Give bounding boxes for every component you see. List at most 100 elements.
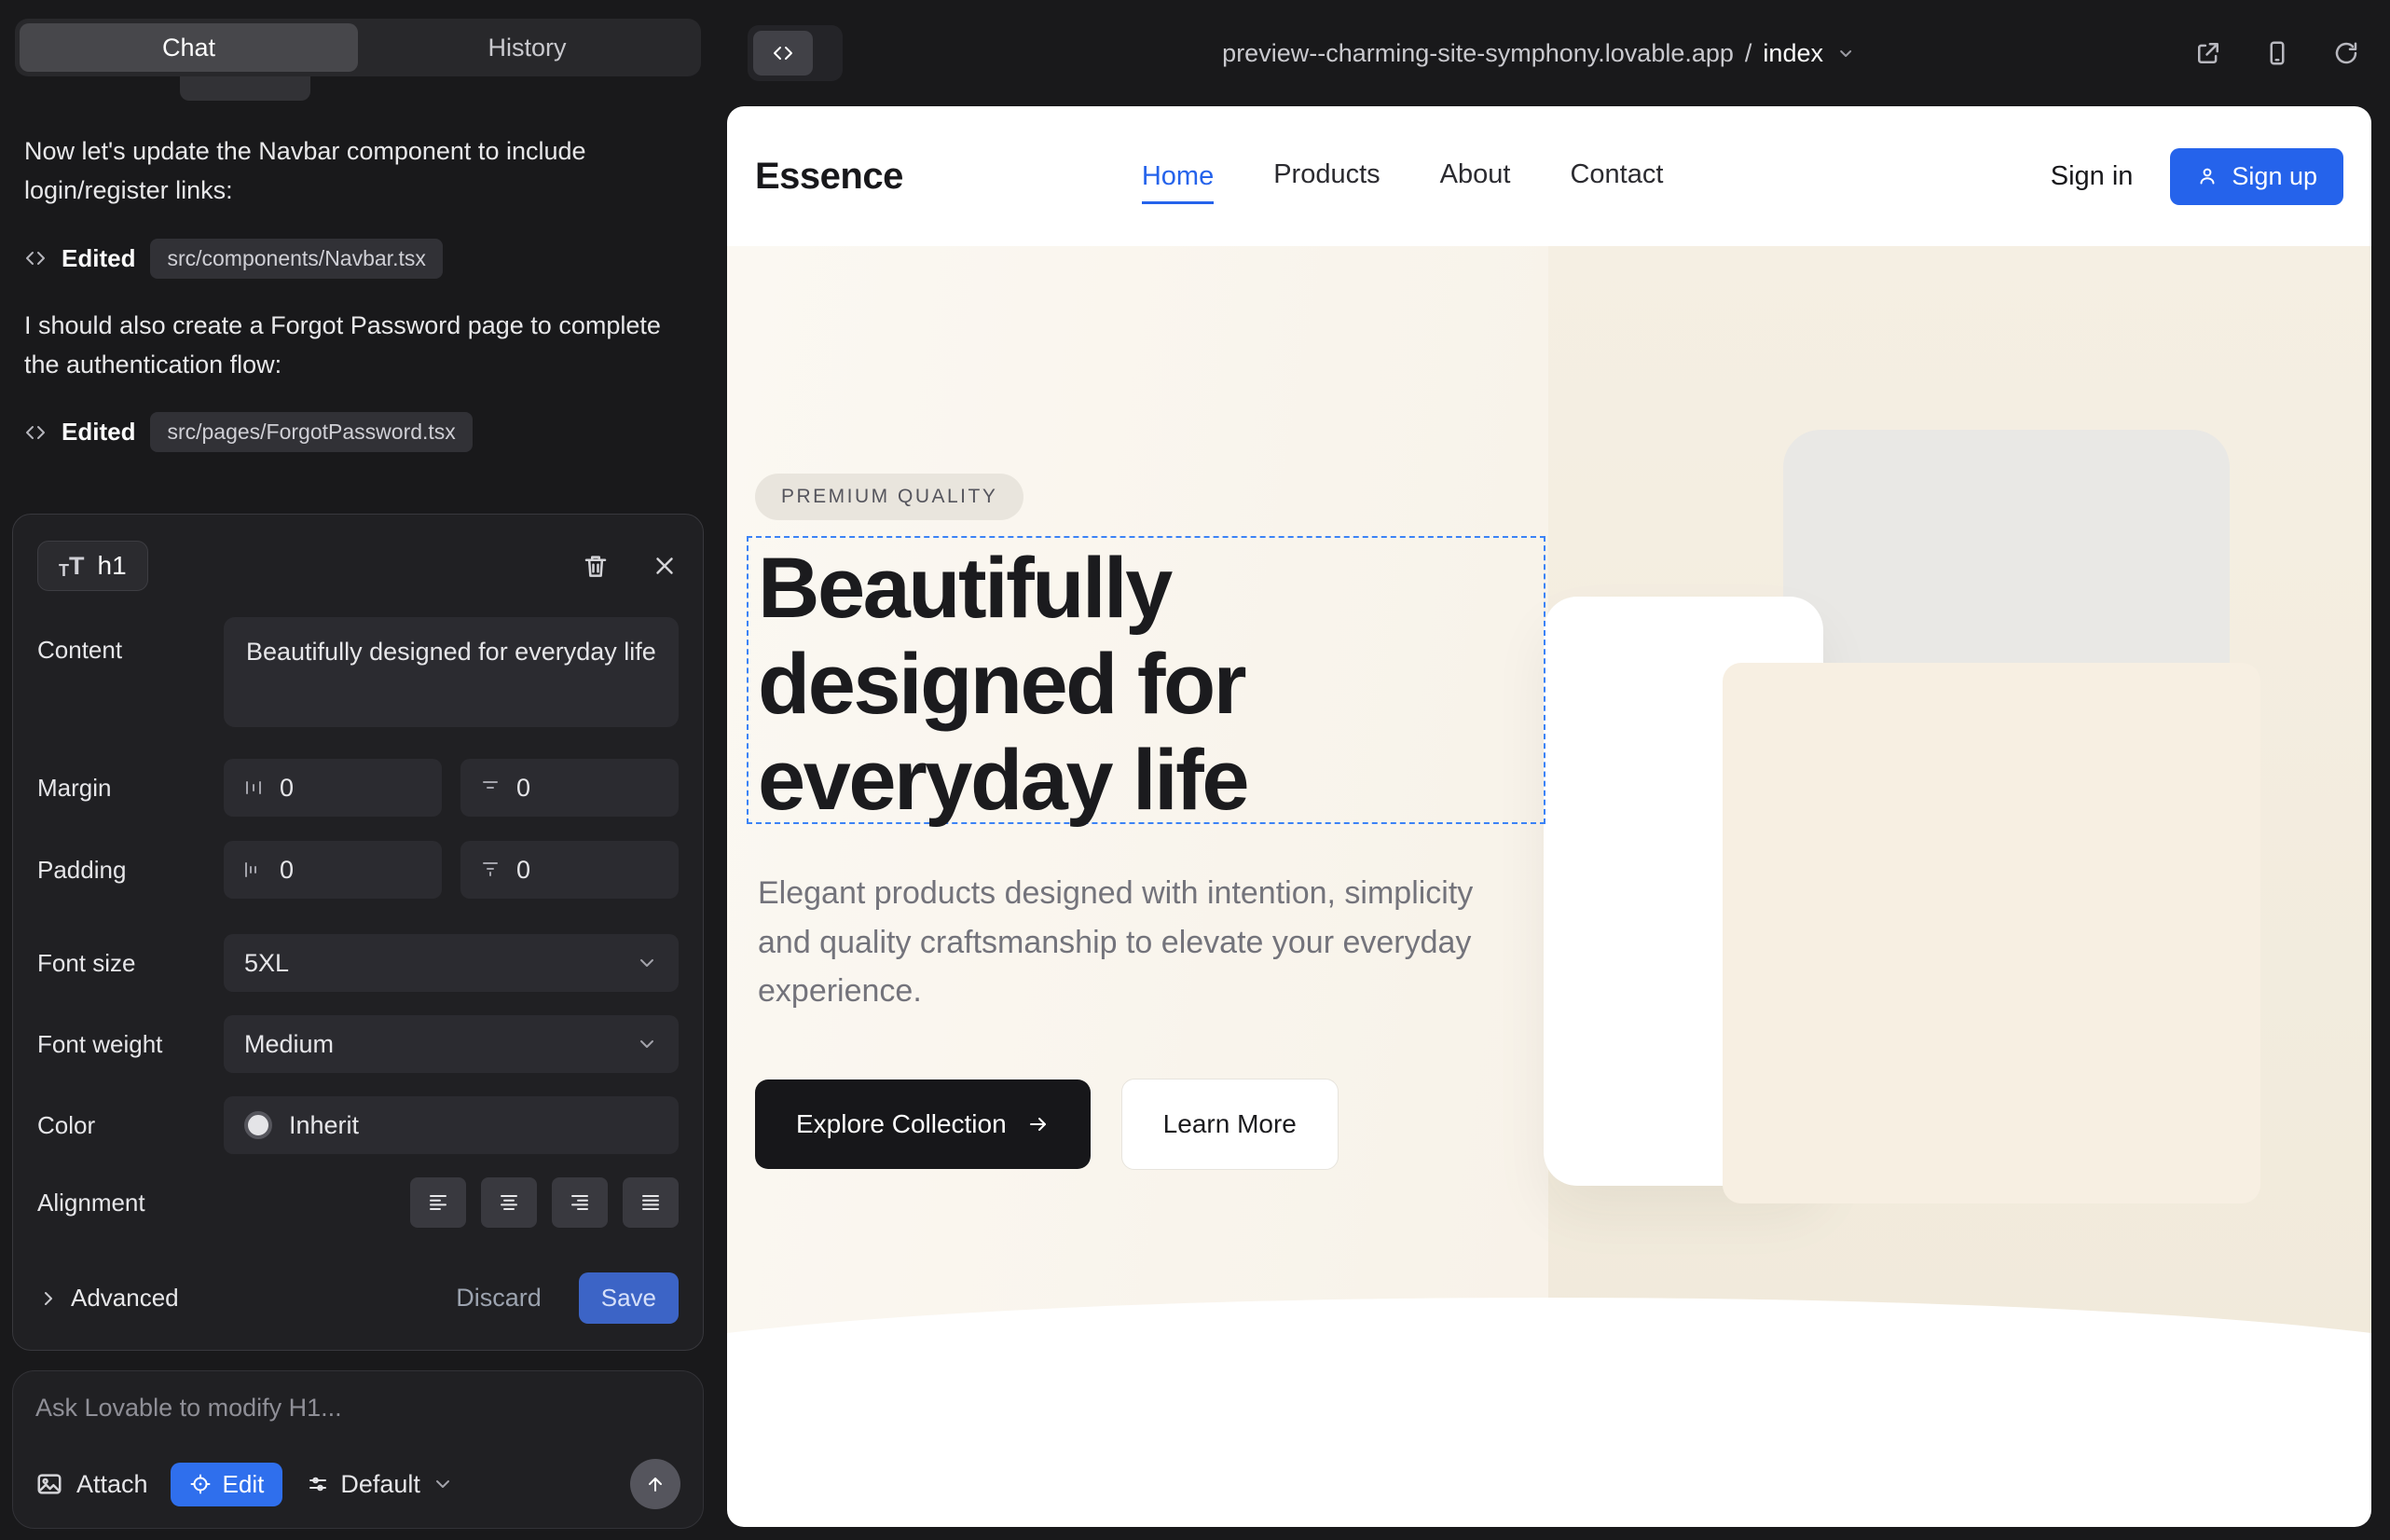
padding-y-input[interactable]: 0 xyxy=(460,841,679,899)
padding-x-input[interactable]: 0 xyxy=(224,841,442,899)
chat-message: I should also create a Forgot Password p… xyxy=(24,307,667,385)
chevron-down-icon xyxy=(1834,42,1857,64)
explore-collection-button[interactable]: Explore Collection xyxy=(755,1079,1091,1169)
nav-link-home[interactable]: Home xyxy=(1142,161,1214,204)
text-size-icon: TT xyxy=(59,554,85,579)
chevron-down-icon xyxy=(432,1473,454,1495)
chat-history-tabs: Chat History xyxy=(15,19,701,76)
nav-link-contact[interactable]: Contact xyxy=(1570,159,1663,194)
sign-up-button[interactable]: Sign up xyxy=(2170,148,2343,205)
font-size-label: Font size xyxy=(37,949,224,978)
color-label: Color xyxy=(37,1111,224,1140)
url-domain: preview--charming-site-symphony.lovable.… xyxy=(1222,39,1734,68)
chevron-right-icon xyxy=(37,1287,60,1310)
file-badge-forgot-password[interactable]: src/pages/ForgotPassword.tsx xyxy=(150,412,472,452)
hero-cta-group: Explore Collection Learn More xyxy=(755,1079,1339,1170)
edited-file-row: Edited src/components/Navbar.tsx xyxy=(24,239,703,279)
color-swatch xyxy=(244,1111,272,1139)
close-icon[interactable] xyxy=(651,552,679,580)
image-icon xyxy=(35,1470,63,1498)
attach-button[interactable]: Attach xyxy=(35,1470,148,1499)
decor-card-beige xyxy=(1723,663,2260,1203)
edited-label: Edited xyxy=(62,418,135,447)
nav-link-about[interactable]: About xyxy=(1440,159,1511,194)
send-button[interactable] xyxy=(630,1459,680,1509)
font-size-value: 5XL xyxy=(244,949,289,978)
url-breadcrumb[interactable]: preview--charming-site-symphony.lovable.… xyxy=(1222,39,1857,68)
nav-link-products[interactable]: Products xyxy=(1273,159,1380,194)
margin-x-input[interactable]: 0 xyxy=(224,759,442,817)
element-editor-panel: TT h1 Content Beautifully designed for e… xyxy=(12,514,704,1351)
file-badge-navbar[interactable]: src/components/Navbar.tsx xyxy=(150,239,442,279)
preview-column: preview--charming-site-symphony.lovable.… xyxy=(727,0,2390,1540)
site-navbar: Essence Home Products About Contact Sign… xyxy=(727,106,2371,246)
align-center-button[interactable] xyxy=(481,1177,537,1228)
code-icon[interactable] xyxy=(753,31,813,76)
advanced-toggle[interactable]: Advanced xyxy=(37,1284,179,1313)
color-value: Inherit xyxy=(289,1111,359,1140)
chat-sidebar: Chat History Now let's update the Navbar… xyxy=(0,0,727,1540)
content-input[interactable]: Beautifully designed for everyday life xyxy=(224,617,679,727)
padding-x-value: 0 xyxy=(280,856,294,885)
nav-links: Home Products About Contact xyxy=(1142,159,1664,194)
sliders-icon xyxy=(307,1473,329,1495)
padding-y-value: 0 xyxy=(516,856,530,885)
composer-input[interactable] xyxy=(35,1394,680,1423)
align-right-button[interactable] xyxy=(552,1177,608,1228)
discard-button[interactable]: Discard xyxy=(456,1284,542,1313)
code-preview-toggle[interactable] xyxy=(748,25,843,81)
preview-toolbar: preview--charming-site-symphony.lovable.… xyxy=(727,0,2390,106)
hero-heading-line: everyday life xyxy=(758,733,1247,829)
sign-in-link[interactable]: Sign in xyxy=(2051,161,2134,192)
refresh-icon[interactable] xyxy=(2332,39,2360,67)
padding-label: Padding xyxy=(37,856,224,885)
hero-heading[interactable]: Beautifully designed for everyday life xyxy=(758,541,1247,829)
alignment-label: Alignment xyxy=(37,1189,224,1217)
mobile-view-icon[interactable] xyxy=(2263,39,2291,67)
learn-more-button[interactable]: Learn More xyxy=(1121,1079,1339,1170)
premium-quality-badge: PREMIUM QUALITY xyxy=(755,474,1023,520)
margin-label: Margin xyxy=(37,774,224,803)
person-icon xyxy=(2196,165,2218,187)
align-left-button[interactable] xyxy=(410,1177,466,1228)
element-tag: h1 xyxy=(98,551,127,581)
hero-heading-line: Beautifully xyxy=(758,541,1247,637)
font-weight-label: Font weight xyxy=(37,1030,224,1059)
target-icon xyxy=(189,1473,212,1495)
url-page: index xyxy=(1763,39,1823,68)
toggle-empty-segment xyxy=(813,31,837,76)
delete-element-icon[interactable] xyxy=(582,552,610,580)
tab-history[interactable]: History xyxy=(358,23,696,72)
padding-horizontal-icon xyxy=(242,859,265,881)
margin-x-value: 0 xyxy=(280,774,294,803)
tab-chat[interactable]: Chat xyxy=(20,23,358,72)
explore-collection-label: Explore Collection xyxy=(796,1109,1007,1139)
arrow-right-icon xyxy=(1027,1113,1050,1135)
content-label: Content xyxy=(37,636,224,665)
chat-composer: Attach Edit Default xyxy=(12,1370,704,1529)
hero-heading-line: designed for xyxy=(758,637,1247,733)
url-separator: / xyxy=(1745,39,1752,68)
chevron-down-icon xyxy=(636,952,658,974)
site-logo[interactable]: Essence xyxy=(755,156,903,198)
code-icon xyxy=(24,421,47,444)
color-select[interactable]: Inherit xyxy=(224,1096,679,1154)
edited-file-row: Edited src/pages/ForgotPassword.tsx xyxy=(24,412,703,452)
open-external-icon[interactable] xyxy=(2194,39,2222,67)
model-label: Default xyxy=(340,1470,420,1499)
edit-mode-button[interactable]: Edit xyxy=(171,1463,283,1506)
padding-vertical-icon xyxy=(479,859,501,881)
edited-label: Edited xyxy=(62,244,135,273)
font-size-select[interactable]: 5XL xyxy=(224,934,679,992)
font-weight-select[interactable]: Medium xyxy=(224,1015,679,1073)
sign-up-label: Sign up xyxy=(2232,162,2317,191)
margin-vertical-icon xyxy=(479,777,501,799)
align-justify-button[interactable] xyxy=(623,1177,679,1228)
selected-element-pill[interactable]: TT h1 xyxy=(37,541,148,591)
model-selector[interactable]: Default xyxy=(307,1470,454,1499)
attach-label: Attach xyxy=(76,1470,148,1499)
code-icon xyxy=(24,247,47,269)
site-preview: PREMIUM QUALITY Beautifully designed for… xyxy=(727,106,2371,1527)
margin-y-input[interactable]: 0 xyxy=(460,759,679,817)
save-button[interactable]: Save xyxy=(579,1272,679,1324)
